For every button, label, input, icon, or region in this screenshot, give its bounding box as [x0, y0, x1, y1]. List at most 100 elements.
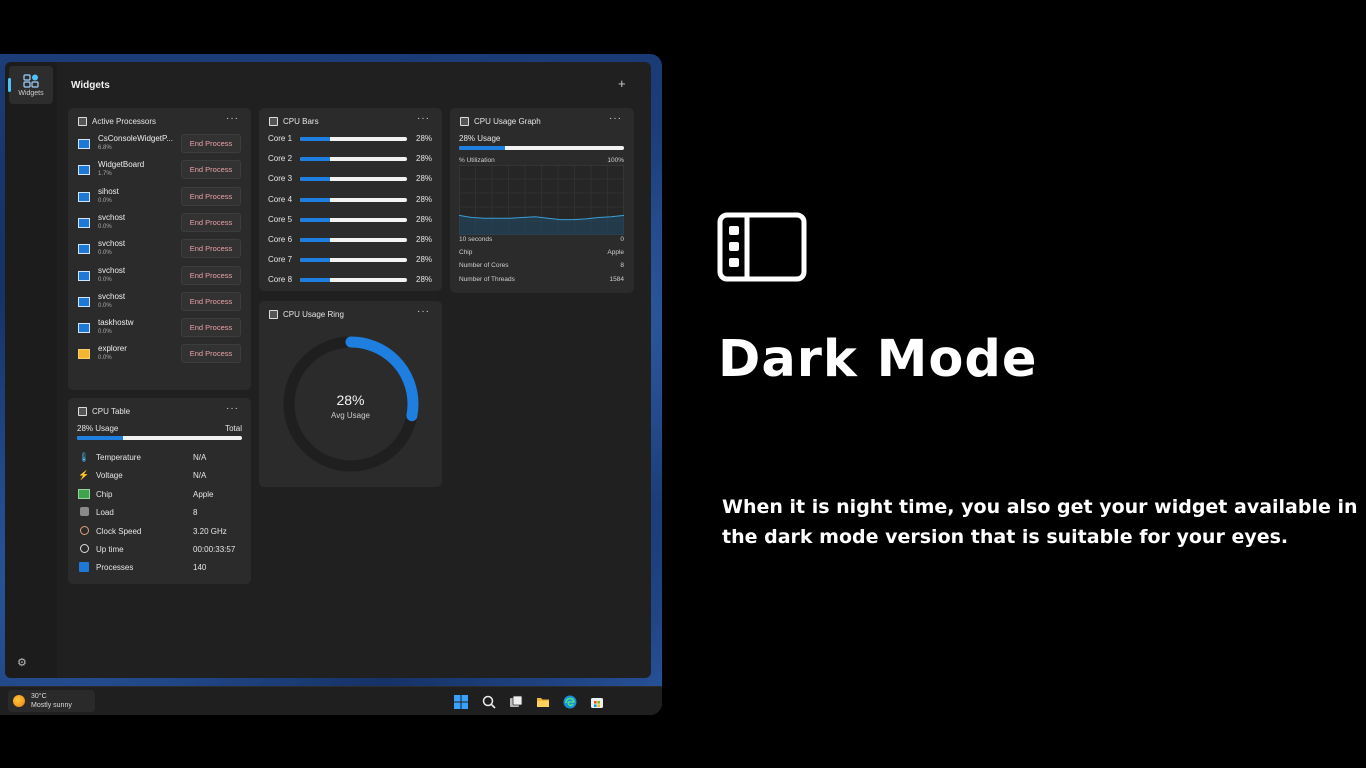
- end-process-button[interactable]: End Process: [181, 239, 241, 259]
- more-options-button[interactable]: ···: [417, 306, 430, 317]
- cpu-usage-graph-card: CPU Usage Graph ··· 28% Usage % Utilizat…: [450, 108, 634, 293]
- process-row: CsConsoleWidgetP... 6.8% End Process: [78, 134, 242, 154]
- process-usage: 0.0%: [98, 197, 112, 204]
- app-window-icon: [78, 323, 90, 334]
- core-label: Core 2: [268, 154, 293, 164]
- usage-label: 28% Usage: [459, 134, 501, 143]
- row-label: Processes: [96, 563, 134, 573]
- weather-temperature: 30°C: [31, 693, 47, 700]
- file-explorer-icon[interactable]: [536, 695, 550, 709]
- widget-icon: [78, 407, 87, 416]
- task-view-icon[interactable]: [509, 695, 523, 709]
- folder-icon: [78, 349, 90, 360]
- gear-icon: ⚙: [17, 657, 27, 669]
- y-axis-min: 0: [620, 236, 624, 243]
- core-percent: 28%: [416, 194, 433, 204]
- app-window-icon: [78, 244, 90, 255]
- core-percent: 28%: [416, 154, 433, 164]
- info-value: Apple: [607, 249, 624, 256]
- core-bar: [300, 217, 407, 222]
- process-name: svchost: [98, 265, 126, 275]
- search-icon[interactable]: [482, 695, 496, 709]
- row-value: Apple: [193, 489, 214, 499]
- end-process-button[interactable]: End Process: [181, 291, 241, 311]
- process-name: explorer: [98, 344, 127, 354]
- nav-rail: Widgets ⚙: [5, 62, 57, 678]
- usage-label: 28% Usage: [77, 424, 119, 433]
- weather-widget[interactable]: 30°C Mostly sunny: [8, 690, 95, 712]
- end-process-button[interactable]: End Process: [181, 318, 241, 338]
- info-label: Number of Cores: [459, 262, 509, 270]
- core-row: Core 2 28%: [268, 153, 433, 165]
- settings-button[interactable]: ⚙: [17, 656, 27, 669]
- edge-browser-icon[interactable]: [563, 695, 577, 709]
- core-label: Core 7: [268, 255, 293, 265]
- card-header: CPU Bars: [269, 117, 319, 126]
- rail-item-widgets[interactable]: Widgets: [8, 66, 53, 104]
- cpu-table-row: Chip Apple: [78, 488, 243, 503]
- more-options-button[interactable]: ···: [417, 113, 430, 124]
- cpu-table-row: ⚡ Voltage N/A: [78, 470, 243, 484]
- end-process-button[interactable]: End Process: [181, 160, 241, 180]
- core-bar: [300, 278, 407, 283]
- chip-icon: [78, 488, 90, 501]
- end-process-button[interactable]: End Process: [181, 212, 241, 232]
- core-percent: 28%: [416, 235, 433, 244]
- core-row: Core 1 28%: [268, 133, 433, 145]
- app-window-icon: [78, 139, 90, 149]
- store-icon[interactable]: [590, 695, 604, 709]
- widgets-icon: [23, 73, 39, 88]
- core-bar: [300, 157, 407, 162]
- process-name: WidgetBoard: [98, 160, 145, 170]
- core-bar-fill: [300, 197, 330, 202]
- cpu-bars-card: CPU Bars ··· Core 1 28% Core 2 28% Core 3 28%…: [259, 108, 442, 291]
- process-usage: 0.0%: [98, 250, 112, 257]
- app-window-icon: [78, 165, 90, 176]
- info-value: 8: [620, 262, 624, 270]
- process-usage: 0.0%: [98, 223, 112, 230]
- usage-bar-fill: [77, 436, 124, 440]
- widgets-app-window: Widgets ⚙ Widgets + Active Processors ··…: [5, 62, 651, 678]
- app-window-icon: [78, 191, 90, 202]
- start-icon[interactable]: [454, 695, 468, 709]
- core-bar: [300, 137, 407, 141]
- cpu-table-row: Up time 00:00:33:57: [78, 544, 243, 558]
- core-label: Core 6: [268, 235, 293, 244]
- core-row: Core 4 28%: [268, 194, 433, 206]
- more-options-button[interactable]: ···: [226, 113, 239, 124]
- info-value: 1584: [609, 275, 624, 283]
- core-bar-fill: [300, 238, 330, 242]
- process-usage: 1.7%: [98, 171, 112, 178]
- add-widget-button[interactable]: +: [618, 76, 626, 91]
- end-process-button[interactable]: End Process: [181, 344, 241, 364]
- lightning-icon: ⚡: [78, 470, 90, 481]
- core-label: Core 1: [268, 134, 293, 143]
- end-process-button[interactable]: End Process: [181, 134, 241, 153]
- weather-description: Mostly sunny: [31, 702, 72, 709]
- process-row: WidgetBoard 1.7% End Process: [78, 160, 242, 180]
- process-row: sihost 0.0% End Process: [78, 186, 242, 207]
- more-options-button[interactable]: ···: [609, 113, 622, 124]
- selection-indicator: [8, 78, 11, 92]
- speedometer-icon: [78, 525, 90, 537]
- device-screen: Widgets ⚙ Widgets + Active Processors ··…: [0, 54, 662, 715]
- app-window-icon: [78, 217, 90, 228]
- row-value: N/A: [193, 471, 207, 481]
- end-process-button[interactable]: End Process: [181, 265, 241, 285]
- widget-icon: [78, 117, 87, 126]
- process-row: taskhostw 0.0% End Process: [78, 318, 242, 338]
- end-process-button[interactable]: End Process: [181, 186, 241, 206]
- core-bar-fill: [300, 258, 330, 263]
- process-usage: 0.0%: [98, 276, 112, 283]
- core-row: Core 6 28%: [268, 234, 433, 246]
- core-label: Core 5: [268, 214, 293, 224]
- core-bar-fill: [300, 177, 330, 182]
- core-bar: [300, 177, 407, 182]
- cpu-table-row: Processes 140: [78, 562, 243, 576]
- cpu-table-row: Clock Speed 3.20 GHz: [78, 525, 243, 540]
- hero-title: Dark Mode: [718, 330, 1038, 389]
- more-options-button[interactable]: ···: [226, 403, 239, 414]
- sidebar-layout-icon: [717, 212, 807, 287]
- core-row: Core 5 28%: [268, 214, 433, 226]
- process-name: CsConsoleWidgetP...: [98, 134, 173, 143]
